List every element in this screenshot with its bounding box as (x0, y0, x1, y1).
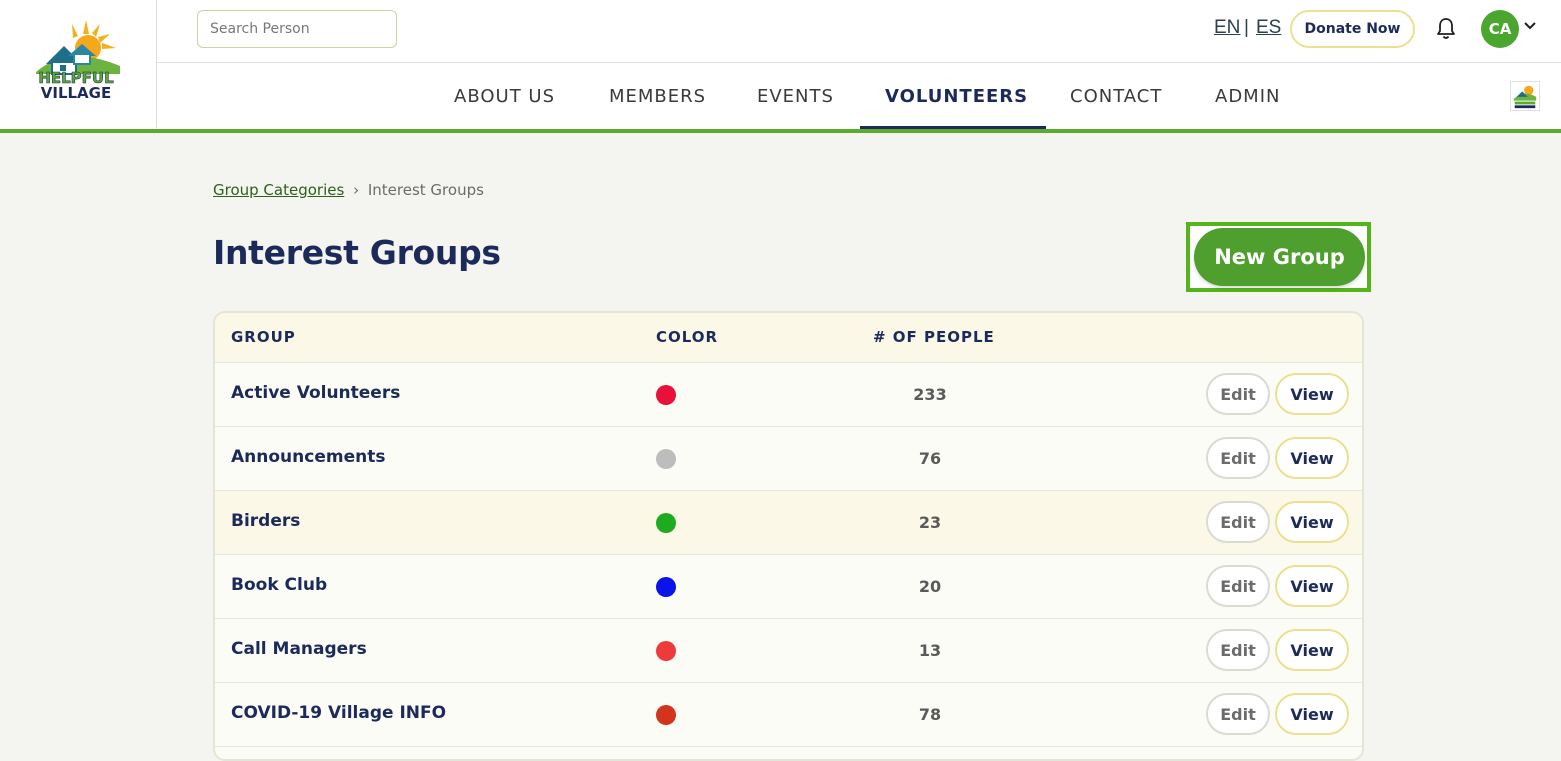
nav-contact[interactable]: CONTACT (1070, 63, 1162, 129)
group-name: Birders (231, 511, 301, 531)
nav-admin[interactable]: ADMIN (1215, 63, 1280, 129)
breadcrumb-group-categories-link[interactable]: Group Categories (213, 181, 344, 199)
column-header-group: GROUP (231, 328, 296, 346)
breadcrumb-current: Interest Groups (367, 181, 484, 199)
group-name: Active Volunteers (231, 383, 401, 403)
site-header: HELPFUL VILLAGE EN | ES Donate Now CA AB… (0, 0, 1561, 133)
new-group-focus-ring: New Group (1186, 222, 1371, 292)
notification-bell-icon[interactable] (1435, 17, 1457, 41)
village-badge-icon[interactable] (1510, 81, 1540, 111)
donate-now-button[interactable]: Donate Now (1290, 10, 1415, 48)
active-nav-indicator (860, 126, 1046, 129)
view-group-button[interactable]: View (1275, 373, 1349, 415)
edit-group-button[interactable]: Edit (1206, 629, 1270, 671)
view-group-button[interactable]: View (1275, 693, 1349, 735)
user-avatar[interactable]: CA (1481, 10, 1519, 48)
people-count: 13 (918, 641, 942, 660)
table-row: Birders 23 Edit View (215, 491, 1362, 555)
nav-events[interactable]: EVENTS (757, 63, 834, 129)
nav-volunteers[interactable]: VOLUNTEERS (885, 63, 1028, 129)
search-person-input[interactable] (197, 10, 397, 48)
group-name: Call Managers (231, 639, 367, 659)
nav-about-us[interactable]: ABOUT US (454, 63, 555, 129)
view-group-button[interactable]: View (1275, 501, 1349, 543)
people-count: 23 (918, 513, 942, 532)
group-name: Book Club (231, 575, 328, 595)
table-row: Book Club 20 Edit View (215, 555, 1362, 619)
language-separator: | (1244, 17, 1249, 38)
group-color-dot (656, 385, 676, 405)
edit-group-button[interactable]: Edit (1206, 437, 1270, 479)
svg-text:VILLAGE: VILLAGE (41, 84, 111, 102)
view-group-button[interactable]: View (1275, 565, 1349, 607)
table-row: COVID-19 Village INFO 78 Edit View (215, 683, 1362, 747)
helpful-village-logo[interactable]: HELPFUL VILLAGE (28, 16, 124, 102)
breadcrumb: Group Categories › Interest Groups (213, 181, 484, 199)
people-count: 233 (913, 385, 947, 404)
language-es-link[interactable]: ES (1256, 17, 1281, 39)
people-count: 78 (918, 705, 942, 724)
table-row: Announcements 76 Edit View (215, 427, 1362, 491)
group-color-dot (656, 577, 676, 597)
people-count: 20 (918, 577, 942, 596)
edit-group-button[interactable]: Edit (1206, 373, 1270, 415)
edit-group-button[interactable]: Edit (1206, 501, 1270, 543)
table-row: Call Managers 13 Edit View (215, 619, 1362, 683)
new-group-button[interactable]: New Group (1194, 228, 1365, 286)
nav-members[interactable]: MEMBERS (609, 63, 706, 129)
group-name: Announcements (231, 447, 386, 467)
breadcrumb-separator: › (353, 181, 360, 199)
view-group-button[interactable]: View (1275, 437, 1349, 479)
column-header-color: COLOR (656, 328, 719, 346)
group-color-dot (656, 705, 676, 725)
people-count: 76 (918, 449, 942, 468)
table-row: Active Volunteers 233 Edit View (215, 363, 1362, 427)
edit-group-button[interactable]: Edit (1206, 565, 1270, 607)
language-en-link[interactable]: EN (1214, 17, 1240, 39)
group-color-dot (656, 513, 676, 533)
table-header: GROUP COLOR # OF PEOPLE (215, 313, 1362, 363)
group-color-dot (656, 641, 676, 661)
edit-group-button[interactable]: Edit (1206, 693, 1270, 735)
view-group-button[interactable]: View (1275, 629, 1349, 671)
column-header-people: # OF PEOPLE (873, 328, 995, 346)
group-name: COVID-19 Village INFO (231, 703, 447, 723)
page-title: Interest Groups (213, 233, 501, 272)
header-divider (157, 62, 1561, 63)
logo-cell: HELPFUL VILLAGE (0, 0, 157, 129)
interest-groups-table: GROUP COLOR # OF PEOPLE Active Volunteer… (213, 311, 1364, 761)
chevron-down-icon[interactable] (1523, 21, 1537, 31)
group-color-dot (656, 449, 676, 469)
